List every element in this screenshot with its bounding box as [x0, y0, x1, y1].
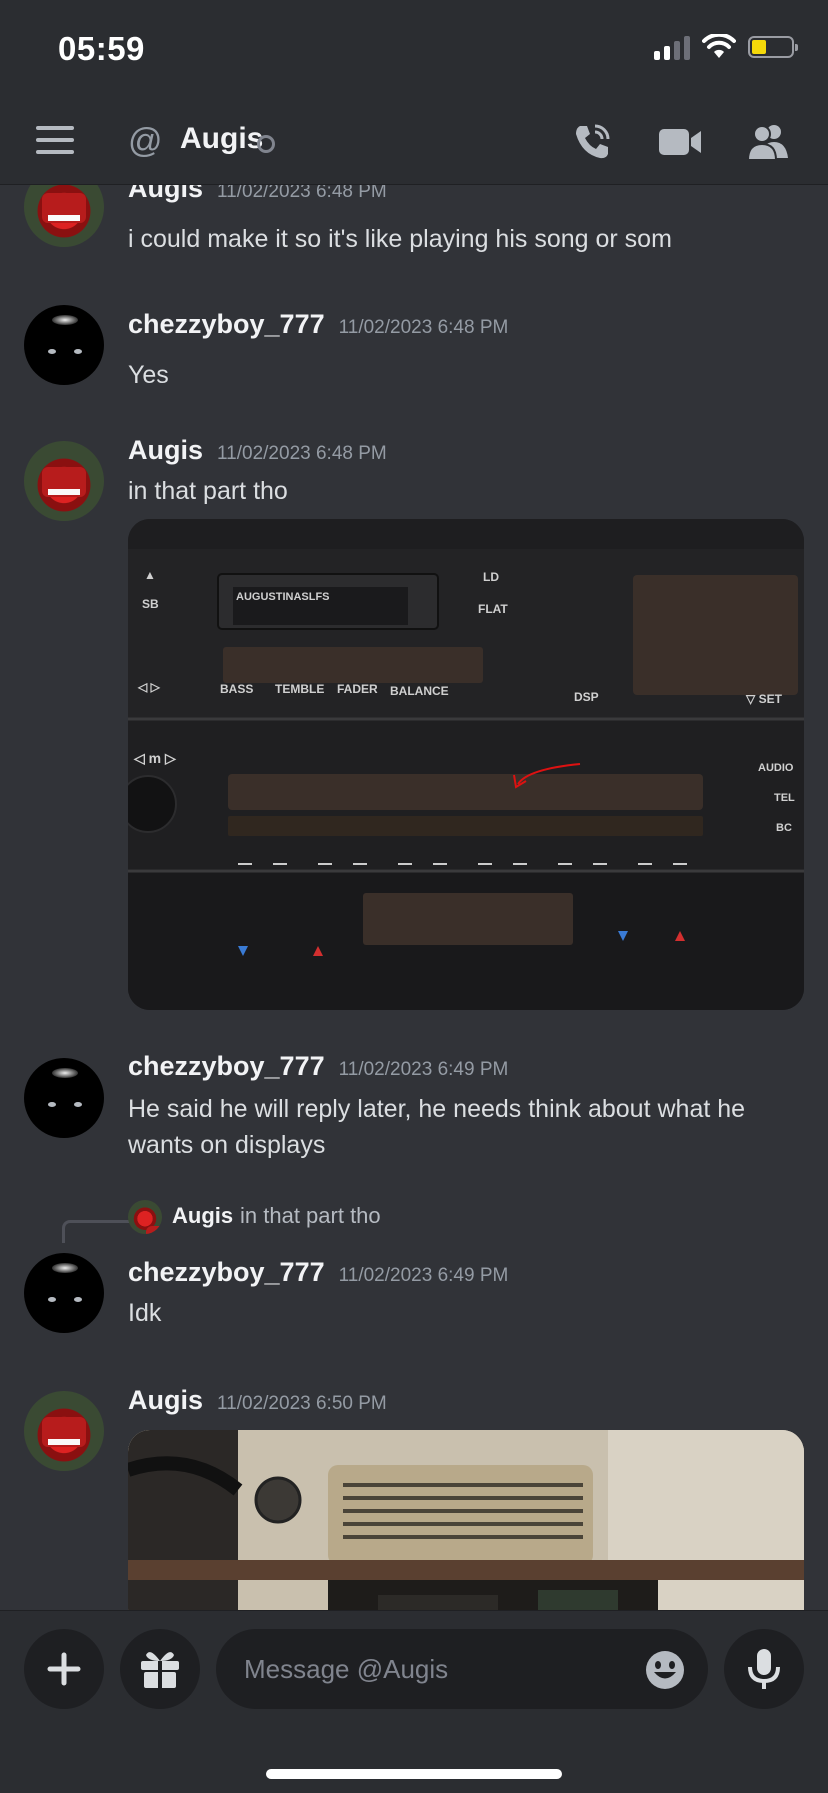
radio-label-mode: ◁ m ▷: [133, 750, 177, 766]
message-composer: [0, 1610, 828, 1793]
gift-icon: [141, 1652, 179, 1688]
plus-icon: [47, 1652, 81, 1686]
message-timestamp: 11/02/2023 6:48 PM: [217, 443, 387, 464]
microphone-icon: [748, 1649, 780, 1689]
radio-label-set: ▽ SET: [745, 692, 783, 706]
message-list[interactable]: Augis 11/02/2023 6:48 PM i could make it …: [0, 185, 828, 1610]
battery-icon: [748, 36, 798, 58]
message-text: i could make it so it's like playing his…: [128, 225, 672, 253]
reply-author[interactable]: Augis: [172, 1203, 233, 1229]
avatar[interactable]: [24, 1391, 104, 1471]
radio-label-audio: AUDIO: [758, 762, 794, 774]
channel-header: @ Augis: [0, 100, 828, 185]
author-name[interactable]: chezzyboy_777: [128, 1051, 325, 1081]
voice-call-icon[interactable]: [568, 118, 616, 166]
message-author[interactable]: chezzyboy_777 11/02/2023 6:49 PM: [128, 1257, 508, 1288]
radio-label-eject: ▲: [144, 568, 156, 582]
status-bar: 05:59: [0, 0, 828, 100]
message-text: He said he will reply later, he needs th…: [128, 1095, 746, 1159]
avatar[interactable]: [24, 1253, 104, 1333]
message-text: Idk: [128, 1299, 162, 1327]
avatar[interactable]: [24, 305, 104, 385]
radio-display-text: AUGUSTINASLFS: [236, 591, 330, 603]
message-author[interactable]: chezzyboy_777 11/02/2023 6:48 PM: [128, 309, 508, 340]
gift-button[interactable]: [120, 1629, 200, 1709]
image-attachment-car-dashboard[interactable]: [128, 1430, 804, 1610]
voice-message-button[interactable]: [724, 1629, 804, 1709]
radio-label-bass: BASS: [220, 682, 253, 696]
reply-connector: [62, 1220, 129, 1243]
emoji-icon[interactable]: [644, 1649, 686, 1691]
author-name[interactable]: Augis: [128, 1385, 203, 1415]
at-sign-icon: @: [128, 122, 163, 160]
message-timestamp: 11/02/2023 6:49 PM: [338, 1265, 509, 1286]
radio-label-seek: ◁ ▷: [137, 680, 161, 694]
image-attachment-car-radio[interactable]: ▲ SB AUGUSTINASLFS LD FLAT ◁ ▷ BASS TEMB…: [128, 519, 804, 1010]
status-icons: [654, 34, 798, 60]
avatar[interactable]: [24, 441, 104, 521]
message-text: in that part tho: [128, 477, 288, 505]
add-attachment-button[interactable]: [24, 1629, 104, 1709]
wifi-icon: [702, 34, 736, 58]
radio-label-ld: LD: [483, 570, 499, 584]
radio-label-treble: TEMBLE: [275, 682, 324, 696]
radio-label-dsp: DSP: [574, 690, 599, 704]
avatar[interactable]: [24, 185, 104, 247]
message-author[interactable]: Augis 11/02/2023 6:48 PM: [128, 435, 387, 466]
car-radio-photo: ▲ SB AUGUSTINASLFS LD FLAT ◁ ▷ BASS TEMB…: [128, 519, 804, 1010]
message-author[interactable]: Augis 11/02/2023 6:50 PM: [128, 1385, 387, 1416]
reply-avatar[interactable]: [128, 1200, 162, 1234]
message-author[interactable]: Augis 11/02/2023 6:48 PM: [128, 185, 387, 204]
message-author[interactable]: chezzyboy_777 11/02/2023 6:49 PM: [128, 1051, 508, 1082]
home-indicator[interactable]: [266, 1769, 562, 1779]
message-text: Yes: [128, 361, 169, 389]
author-name[interactable]: chezzyboy_777: [128, 309, 325, 339]
video-call-icon[interactable]: [656, 118, 704, 166]
radio-label-flat: FLAT: [478, 602, 508, 616]
author-name[interactable]: Augis: [128, 435, 203, 465]
radio-label-bc: BC: [776, 822, 792, 834]
author-name[interactable]: chezzyboy_777: [128, 1257, 325, 1287]
channel-title[interactable]: Augis: [180, 122, 263, 156]
radio-label-sb: SB: [142, 597, 159, 611]
car-dashboard-photo: [128, 1430, 804, 1610]
menu-icon[interactable]: [36, 126, 74, 156]
members-icon[interactable]: [744, 118, 792, 166]
message-timestamp: 11/02/2023 6:48 PM: [217, 185, 387, 202]
status-time: 05:59: [58, 30, 145, 67]
radio-label-balance: BALANCE: [390, 684, 449, 698]
radio-label-fader: FADER: [337, 682, 378, 696]
cellular-signal-icon: [654, 34, 690, 60]
message-timestamp: 11/02/2023 6:50 PM: [217, 1393, 387, 1414]
avatar[interactable]: [24, 1058, 104, 1138]
offline-status-icon: [257, 135, 275, 153]
radio-label-tel: TEL: [774, 792, 795, 804]
message-timestamp: 11/02/2023 6:48 PM: [338, 317, 509, 338]
author-name[interactable]: Augis: [128, 185, 203, 203]
message-timestamp: 11/02/2023 6:49 PM: [338, 1059, 509, 1080]
message-input[interactable]: [216, 1629, 708, 1709]
reply-preview-text[interactable]: in that part tho: [240, 1203, 381, 1229]
